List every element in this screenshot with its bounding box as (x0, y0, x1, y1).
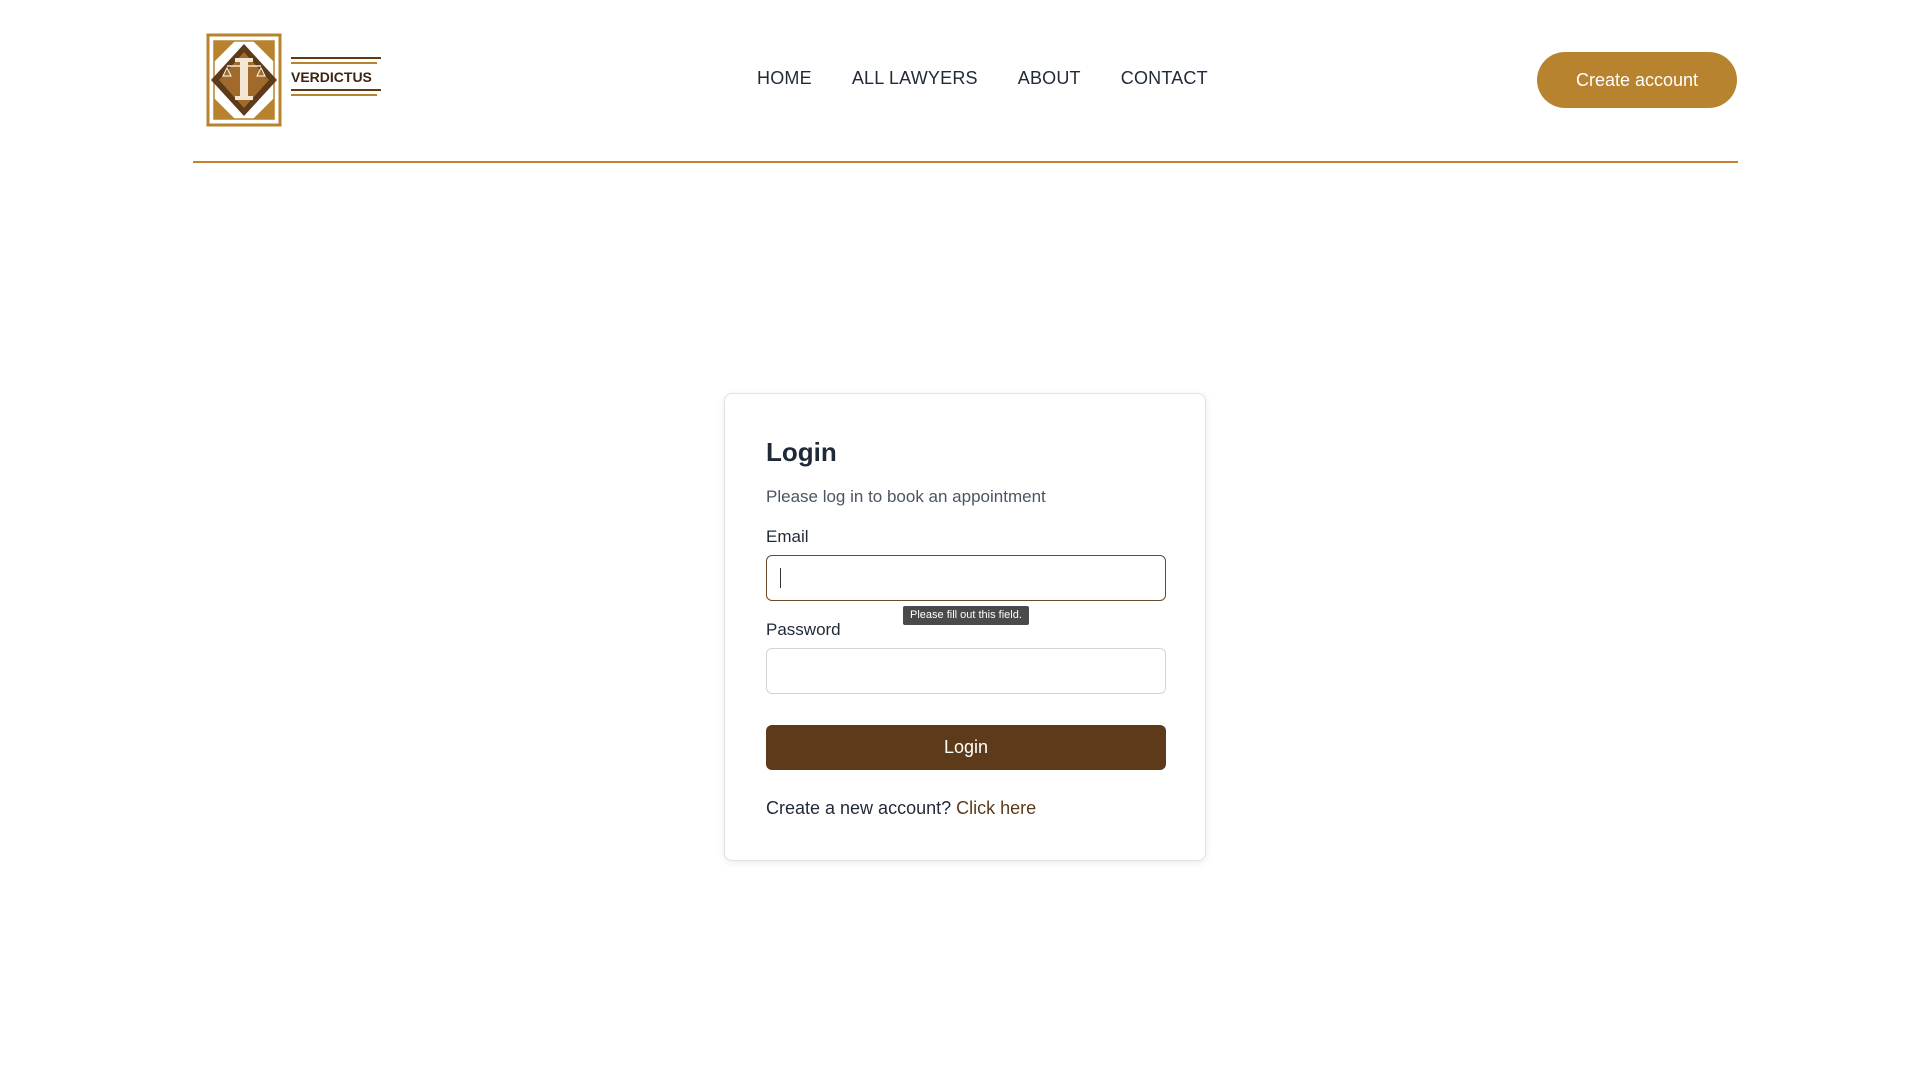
site-header: VERDICTUS HOME ALL LAWYERS ABOUT CONTACT… (193, 0, 1738, 163)
login-title: Login (766, 437, 837, 467)
verdictus-logo[interactable]: VERDICTUS (205, 32, 383, 128)
email-label: Email (766, 527, 809, 546)
create-account-button[interactable]: Create account (1537, 52, 1737, 108)
login-card: Login Please log in to book an appointme… (724, 393, 1206, 861)
signup-link[interactable]: Click here (956, 798, 1036, 818)
text-caret (780, 568, 781, 588)
main-nav: HOME ALL LAWYERS ABOUT CONTACT (757, 68, 1248, 89)
nav-contact-link[interactable]: CONTACT (1121, 68, 1208, 89)
email-field[interactable] (766, 555, 1166, 601)
logo-wordmark: VERDICTUS (291, 69, 372, 85)
nav-about-link[interactable]: ABOUT (1018, 68, 1081, 89)
signup-prompt-row: Create a new account? Click here (766, 798, 1036, 819)
login-button[interactable]: Login (766, 725, 1166, 770)
nav-home-link[interactable]: HOME (757, 68, 812, 89)
password-label: Password (766, 620, 841, 639)
scales-of-justice-icon: VERDICTUS (206, 33, 381, 127)
password-field[interactable] (766, 648, 1166, 694)
nav-all-lawyers-link[interactable]: ALL LAWYERS (852, 68, 978, 89)
signup-prompt-text: Create a new account? (766, 798, 952, 818)
page: VERDICTUS HOME ALL LAWYERS ABOUT CONTACT… (0, 0, 1920, 1080)
login-subtitle: Please log in to book an appointment (766, 487, 1046, 506)
validation-tooltip: Please fill out this field. (903, 606, 1029, 625)
